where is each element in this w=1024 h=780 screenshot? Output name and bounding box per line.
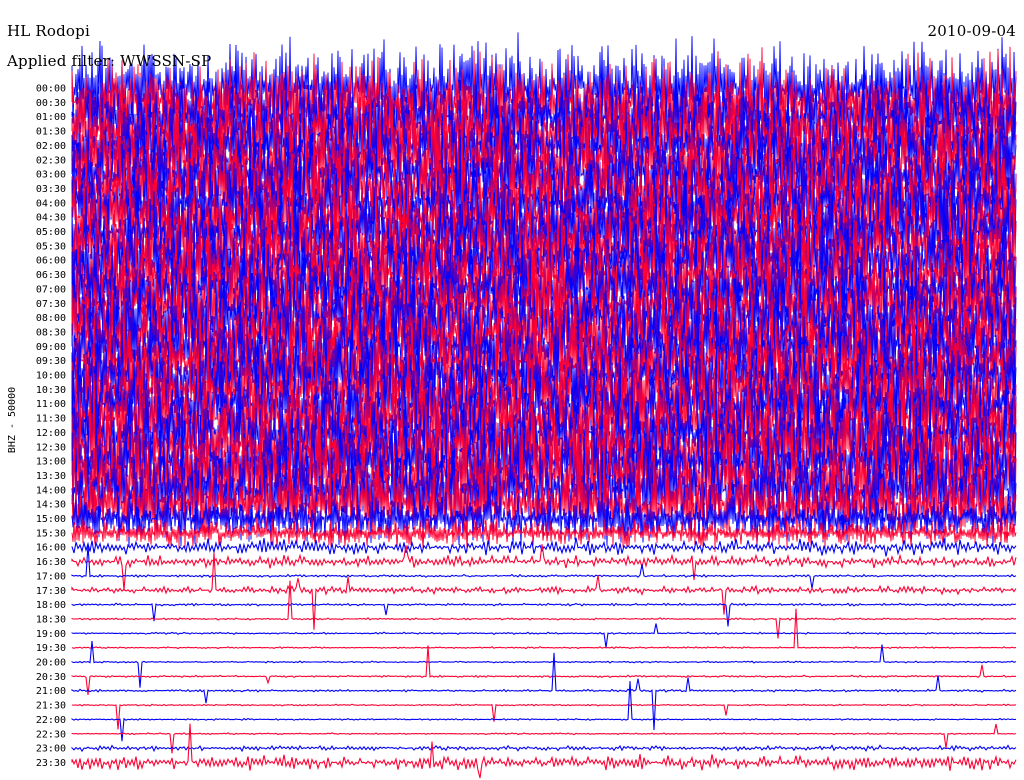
time-label-1800: 18:00 bbox=[36, 600, 66, 611]
station-title: HL Rodopi bbox=[7, 22, 90, 40]
time-label-2030: 20:30 bbox=[36, 672, 66, 683]
time-tick-labels: 00:00 00:30 01:00 01:30 02:00 02:30 03:00 03:30… bbox=[36, 84, 66, 769]
time-label-2330: 23:30 bbox=[36, 758, 66, 769]
trace-1800 bbox=[71, 602, 1017, 627]
time-label-1300: 13:00 bbox=[36, 457, 66, 468]
time-label-0200: 02:00 bbox=[36, 141, 66, 152]
time-label-0230: 02:30 bbox=[36, 155, 66, 166]
time-label-0730: 07:30 bbox=[36, 299, 66, 310]
time-label-0130: 01:30 bbox=[36, 127, 66, 138]
time-label-1530: 15:30 bbox=[36, 528, 66, 539]
filter-label: Applied filter: WWSSN-SP bbox=[7, 52, 212, 70]
helicorder-plot: 00:00 00:30 01:00 01:30 02:00 02:30 03:00 03:30… bbox=[7, 32, 1017, 779]
time-label-1630: 16:30 bbox=[36, 557, 66, 568]
time-label-1330: 13:30 bbox=[36, 471, 66, 482]
trace-layer bbox=[71, 32, 1017, 779]
time-label-2300: 23:00 bbox=[36, 744, 66, 755]
time-label-1600: 16:00 bbox=[36, 543, 66, 554]
time-label-2000: 20:00 bbox=[36, 658, 66, 669]
time-label-2100: 21:00 bbox=[36, 686, 66, 697]
time-label-0330: 03:30 bbox=[36, 184, 66, 195]
time-label-1700: 17:00 bbox=[36, 571, 66, 582]
time-label-0030: 00:30 bbox=[36, 98, 66, 109]
time-label-0300: 03:00 bbox=[36, 170, 66, 181]
time-label-1430: 14:30 bbox=[36, 500, 66, 511]
time-label-0700: 07:00 bbox=[36, 284, 66, 295]
time-label-0530: 05:30 bbox=[36, 241, 66, 252]
time-label-0900: 09:00 bbox=[36, 342, 66, 353]
time-label-0000: 00:00 bbox=[36, 84, 66, 95]
time-label-1030: 10:30 bbox=[36, 385, 66, 396]
date-label: 2010-09-04 bbox=[927, 22, 1016, 40]
time-label-0630: 06:30 bbox=[36, 270, 66, 281]
time-label-2230: 22:30 bbox=[36, 729, 66, 740]
time-label-1230: 12:30 bbox=[36, 442, 66, 453]
time-label-2130: 21:30 bbox=[36, 701, 66, 712]
time-label-0400: 04:00 bbox=[36, 198, 66, 209]
time-label-1400: 14:00 bbox=[36, 485, 66, 496]
channel-label: BHZ - 50000 bbox=[7, 387, 18, 453]
time-label-0830: 08:30 bbox=[36, 327, 66, 338]
time-label-1130: 11:30 bbox=[36, 414, 66, 425]
time-label-0800: 08:00 bbox=[36, 313, 66, 324]
trace-2330 bbox=[71, 723, 1017, 779]
trace-1900 bbox=[71, 623, 1016, 648]
time-label-0100: 01:00 bbox=[36, 112, 66, 123]
trace-2100 bbox=[71, 652, 1017, 731]
time-label-1830: 18:30 bbox=[36, 614, 66, 625]
time-label-0500: 05:00 bbox=[36, 227, 66, 238]
trace-2130 bbox=[71, 703, 1017, 730]
trace-1930 bbox=[71, 608, 1017, 650]
time-label-1930: 19:30 bbox=[36, 643, 66, 654]
time-label-1900: 19:00 bbox=[36, 629, 66, 640]
time-label-0430: 04:30 bbox=[36, 213, 66, 224]
time-label-1730: 17:30 bbox=[36, 586, 66, 597]
time-label-1500: 15:00 bbox=[36, 514, 66, 525]
time-label-2200: 22:00 bbox=[36, 715, 66, 726]
trace-2300 bbox=[71, 744, 1017, 753]
time-label-0930: 09:30 bbox=[36, 356, 66, 367]
time-label-0600: 06:00 bbox=[36, 256, 66, 267]
time-label-1100: 11:00 bbox=[36, 399, 66, 410]
time-label-1200: 12:00 bbox=[36, 428, 66, 439]
time-label-1000: 10:00 bbox=[36, 371, 66, 382]
trace-2030 bbox=[71, 645, 1017, 695]
